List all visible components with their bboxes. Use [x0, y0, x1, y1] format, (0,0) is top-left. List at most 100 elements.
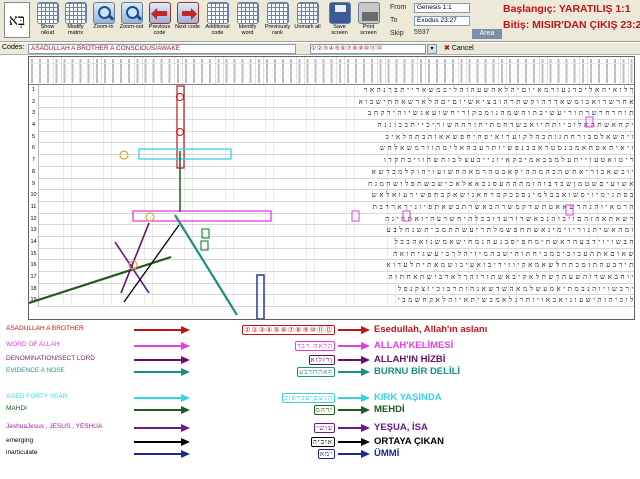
identify-word-button[interactable]: Identify word [234, 2, 261, 40]
matrix-row[interactable]: לוכיהוהישעוניאבאויותרגלאמבשיתאיוהלאקחשמב… [39, 295, 634, 308]
legend-hebrew-word: הנשםיעבראןב [282, 393, 335, 403]
row-number: 2 [29, 96, 39, 109]
matrix-row[interactable]: תידבעהתומכתחלשאמאקיווידיבואעיבושמאתיתלעד… [39, 260, 634, 272]
unmark-all-label: Unmark all [294, 24, 321, 30]
grid-icon [296, 2, 319, 24]
matrix-row[interactable]: רשאתאהזהםויבוהנבאשרורעדובכלהיחשרעהיואתמי… [39, 213, 634, 226]
zoom-in-icon [92, 2, 115, 24]
additional-code-button[interactable]: Additional code [204, 2, 231, 40]
toolbar: בְּא Show nikud Modify matrix Zoom-in Zo… [0, 0, 640, 42]
zoom-out-button[interactable]: Zoom-out [118, 2, 145, 40]
arrow-right-icon [181, 450, 190, 458]
show-nikud-button[interactable]: Show nikud [34, 2, 61, 40]
matrix-row[interactable]: ירבשויוהנבמתיאמעשלמאהשדשאנהותרבוכיוצקנפל [39, 283, 634, 296]
row-number: 19 [29, 295, 39, 308]
unmark-all-button[interactable]: Unmark all [294, 2, 321, 40]
arrow-right-icon [361, 438, 370, 446]
chevron-down-icon[interactable]: ▾ [427, 44, 437, 54]
legend-turkish-label: Esedullah, Allah'ın aslanı [374, 324, 488, 335]
arrow-right-icon [361, 342, 370, 350]
row-numbers: 1 2 3 4 5 6 7 8 9 10 11 12 13 14 15 16 17 18 19 [29, 85, 39, 308]
to-field[interactable]: Exodus 23:27 [414, 16, 470, 26]
arrow-right-icon [181, 438, 190, 446]
legend-hebrew-word: ①②③④⑤⑥⑦⑧⑨⑩⑪⑫ [242, 325, 335, 335]
matrix-row[interactable]: ומהאשיתנוריוימינאשתחפשמלתריעשתתמביתשנחלב… [39, 225, 634, 237]
arrow-right-icon [181, 342, 190, 350]
matrix-row[interactable]: הבשויוידבעהראשתימחפיסבגעהנמחישאמשנואהבבל [39, 236, 634, 249]
additional-code-label: Additional code [205, 24, 230, 36]
matrix-icon [64, 2, 87, 24]
cancel-label: Cancel [451, 45, 474, 52]
disk-icon [328, 2, 351, 24]
codes-field[interactable]: ASADULLAH A BROTHER A CONSCIOUS/AWAKE [28, 44, 296, 54]
code-letter-chain[interactable]: ①②③④⑤⑥⑦⑧⑨⑩⑪⑫ [310, 44, 426, 54]
legend-turkish-label: ORTAYA ÇIKAN [374, 436, 445, 447]
legend-hebrew: ידהמ [313, 405, 336, 415]
start-title: Başlangıç: YARATILIŞ 1:1 [503, 3, 631, 15]
matrix-row[interactable]: ריטואטעזייתעלמבבאמיבקאיונייבעצלבותשחוויב… [39, 155, 634, 167]
legend-english-label: ASADULLAH A BROTHER [6, 325, 84, 332]
show-nikud-label: Show nikud [40, 24, 55, 36]
arrow-right-icon [361, 326, 370, 334]
previously-rank-button[interactable]: Previously rank [264, 2, 291, 40]
matrix-row[interactable]: יוכשאבוריאתשהכהמההיקאבטהרמאהחשועויהוקלמכ… [39, 166, 634, 179]
matrix-row[interactable]: יקהאשתהאלוביותתיואבשדחמתיתורההשוריכייתבכ… [39, 120, 634, 132]
arrow-right-icon [181, 368, 190, 376]
matrix-row[interactable]: ויאיתאטחאמבנסטראבבנפשיותרעבהאלימהוורמשאל… [39, 143, 634, 156]
skip-label: Skip [390, 30, 404, 37]
verse-range-panel: From Genesis 1:1 To Exodus 23:27 Skip 59… [384, 2, 502, 40]
legend-hebrew-word: ןרזלוא [308, 355, 335, 365]
legend-hebrew: ףאהתדבע [297, 367, 336, 377]
zoom-in-button[interactable]: Zoom-in [90, 2, 117, 40]
matrix-row[interactable]: שאוםאתהעבוכיכמביחתוהישבהמיויהלךביעשגיתוא… [39, 248, 634, 261]
legend-turkish-label: ÜMMİ [374, 448, 400, 459]
matrix-row[interactable]: יוחבאשרוהשעתרשחלאקיבאשתורוהךלארבישתאחתוה [39, 272, 634, 284]
matrix-row[interactable]: ךלואיהאליבדנעורמאיוםיהלאהשעהוהליכמשאריית… [39, 85, 634, 97]
next-code-button[interactable]: Next code [174, 2, 201, 40]
save-screen-label: Save screen [331, 24, 348, 36]
modify-matrix-button[interactable]: Modify matrix [62, 2, 89, 40]
arrow-right-icon [361, 406, 370, 414]
arrow-right-icon [361, 356, 370, 364]
arrow-right-icon [181, 394, 190, 402]
matrix-row[interactable]: הרמאיוהנהרשאאטתשדקמשרהבאשרתבשאתפיוניךארד… [39, 201, 634, 214]
legend-english-label: inarticulate [6, 449, 38, 456]
close-icon: ✖ [444, 45, 450, 52]
grid-icon [36, 2, 59, 24]
matrix-row[interactable]: אחרשרואכומשאררהוקשתרהובציאשיוםיםהלארשאהח… [39, 96, 634, 109]
app-logo: בְּא [4, 2, 30, 38]
row-number: 10 [29, 190, 39, 202]
row-number: 6 [29, 143, 39, 156]
legend-hebrew: ןרזלוא [308, 355, 336, 365]
arrow-right-icon [176, 2, 199, 24]
codes-bar: Codes: ASADULLAH A BROTHER A CONSCIOUS/A… [0, 43, 640, 55]
zoom-in-label: Zoom-in [93, 24, 114, 30]
previous-code-button[interactable]: Previous code [146, 2, 173, 40]
cancel-button[interactable]: ✖ Cancel [444, 44, 474, 54]
matrix-row[interactable]: בסתגימיויסשואבבלמינסבכקמרחאנישאקבחפשירעו… [39, 190, 634, 202]
legend-hebrew-word: ימא [317, 449, 335, 459]
legend-english-label: AGED FORTY YEAR [6, 393, 68, 400]
legend: ASADULLAH A BROTHER ①②③④⑤⑥⑦⑧⑨⑩⑪⑫ Esedullah… [0, 321, 640, 479]
arrow-right-icon [361, 424, 370, 432]
row-number: 14 [29, 236, 39, 249]
from-label: From [390, 4, 407, 11]
matrix-row[interactable]: ויהשאלסבורחהגוהכהלקוערואיפהיחפשאאוהבתהלא… [39, 131, 634, 144]
zoom-out-label: Zoom-out [119, 24, 144, 30]
legend-hebrew: ①②③④⑤⑥⑦⑧⑨⑩⑪⑫ [242, 325, 336, 335]
matrix-rows: ךלואיהאליבדנעורמאיוםיהלאהשעהוהליכמשאריית… [39, 85, 634, 308]
legend-hebrew-word: עושי [314, 423, 335, 433]
row-number: 8 [29, 166, 39, 179]
legend-turkish-label: MEHDİ [374, 404, 405, 415]
save-screen-button[interactable]: Save screen [326, 2, 353, 40]
print-screen-button[interactable]: Print screen [355, 2, 382, 40]
from-field[interactable]: Genesis 1:1 [414, 3, 470, 13]
column-numbers [29, 59, 634, 83]
legend-hebrew: הלאה רבד [295, 341, 336, 351]
matrix-row[interactable]: תוחרחרשרתוריעשיבתוהשמהנומבקוריחשועאגשיוה… [39, 108, 634, 121]
matrix-row[interactable]: אשועיםשטמןשבדבוהזמתההעסנכאאלאכישבשתפלושה… [39, 178, 634, 191]
skip-value: 5937 [414, 29, 430, 36]
grid-icon [206, 2, 229, 24]
letter-matrix[interactable]: 1 2 3 4 5 6 7 8 9 10 11 12 13 14 15 16 17 18 19 ךלואיהאליב… [28, 56, 635, 320]
area-button[interactable]: Area [472, 29, 502, 39]
